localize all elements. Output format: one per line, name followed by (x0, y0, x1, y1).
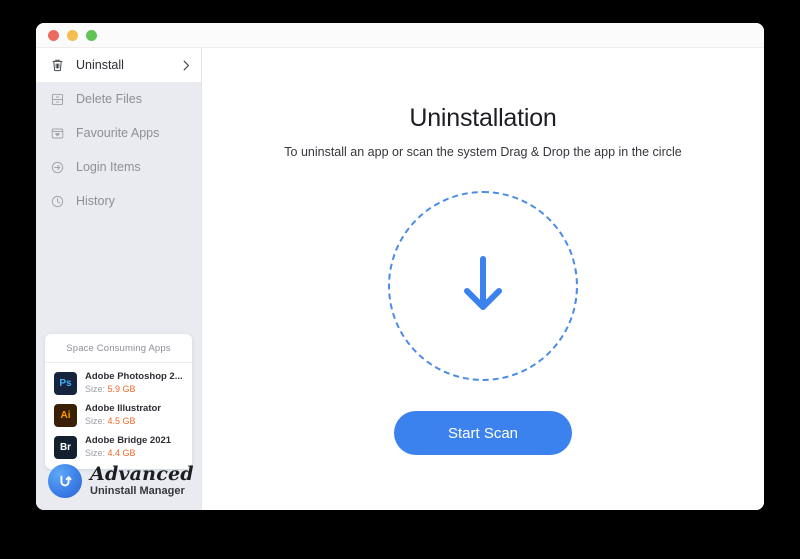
sidebar-item-history[interactable]: History (36, 184, 201, 218)
brand-logo: Advanced Uninstall Manager (48, 464, 194, 498)
app-info: Adobe Bridge 2021 Size: 4.4 GB (85, 435, 184, 459)
app-badge-icon: Br (54, 435, 77, 459)
brand-text: Advanced Uninstall Manager (90, 465, 194, 497)
size-label: Size: (85, 416, 106, 426)
sidebar-item-delete-files[interactable]: Delete Files (36, 82, 201, 116)
sidebar-item-label: History (76, 194, 115, 208)
minimize-window-button[interactable] (67, 29, 78, 41)
app-size: Size: 4.4 GB (85, 447, 184, 459)
window-body: Uninstall Delete Files Favourite Apps Lo… (36, 48, 764, 510)
trash-icon (49, 57, 65, 73)
login-arrow-icon (49, 159, 65, 175)
size-value: 5.9 GB (107, 384, 136, 394)
title-bar (36, 23, 764, 48)
size-value: 4.4 GB (107, 448, 136, 458)
page-title: Uninstallation (409, 104, 557, 132)
uninstall-logo-icon (48, 464, 82, 498)
window-heart-icon (49, 125, 65, 141)
sidebar-item-label: Favourite Apps (76, 126, 160, 140)
size-label: Size: (85, 448, 106, 458)
brand-subtitle: Uninstall Manager (90, 485, 185, 497)
chevron-right-icon (181, 59, 191, 71)
space-consuming-apps-list: Ps Adobe Photoshop 2... Size: 5.9 GB Ai (45, 363, 192, 469)
start-scan-button[interactable]: Start Scan (394, 411, 572, 455)
sidebar-item-favourite-apps[interactable]: Favourite Apps (36, 116, 201, 150)
app-size: Size: 5.9 GB (85, 383, 184, 395)
brand-title: Advanced (90, 463, 194, 485)
space-consuming-apps-title: Space Consuming Apps (45, 334, 192, 363)
app-name: Adobe Photoshop 2... (85, 371, 183, 382)
app-info: Adobe Photoshop 2... Size: 5.9 GB (85, 371, 184, 395)
size-label: Size: (85, 384, 106, 394)
sidebar: Uninstall Delete Files Favourite Apps Lo… (36, 48, 202, 510)
app-name: Adobe Illustrator (85, 403, 162, 414)
app-info: Adobe Illustrator Size: 4.5 GB (85, 403, 184, 427)
main-panel: Uninstallation To uninstall an app or sc… (202, 48, 764, 510)
app-name: Adobe Bridge 2021 (85, 435, 172, 446)
app-badge-icon: Ps (54, 371, 77, 395)
list-item[interactable]: Ai Adobe Illustrator Size: 4.5 GB (45, 399, 192, 431)
sidebar-item-uninstall[interactable]: Uninstall (36, 48, 201, 82)
list-item[interactable]: Ps Adobe Photoshop 2... Size: 5.9 GB (45, 367, 192, 399)
app-window: Uninstall Delete Files Favourite Apps Lo… (36, 23, 764, 510)
sidebar-item-label: Uninstall (76, 58, 124, 72)
list-item[interactable]: Br Adobe Bridge 2021 Size: 4.4 GB (45, 431, 192, 463)
sidebar-nav-list: Uninstall Delete Files Favourite Apps Lo… (36, 48, 201, 218)
space-consuming-apps-card: Space Consuming Apps Ps Adobe Photoshop … (45, 334, 192, 469)
sidebar-item-label: Login Items (76, 160, 141, 174)
sidebar-item-login-items[interactable]: Login Items (36, 150, 201, 184)
close-window-button[interactable] (48, 29, 59, 41)
size-value: 4.5 GB (107, 416, 136, 426)
app-badge-icon: Ai (54, 403, 77, 427)
sidebar-item-label: Delete Files (76, 92, 142, 106)
app-size: Size: 4.5 GB (85, 415, 184, 427)
clock-icon (49, 193, 65, 209)
maximize-window-button[interactable] (86, 29, 97, 41)
page-subtitle: To uninstall an app or scan the system D… (284, 145, 682, 159)
download-arrow-icon (460, 253, 506, 320)
drag-drop-zone[interactable] (388, 191, 578, 381)
file-drawer-icon (49, 91, 65, 107)
